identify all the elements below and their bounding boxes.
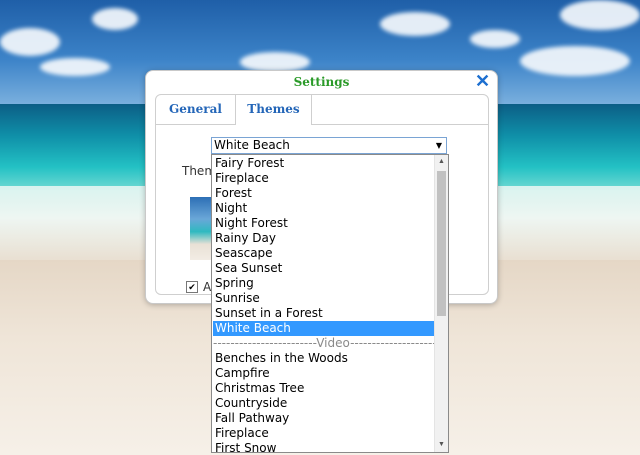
cloud: [520, 46, 630, 76]
dropdown-option[interactable]: Fairy Forest: [213, 156, 437, 171]
tab-general[interactable]: General: [156, 95, 236, 125]
close-icon[interactable]: ✕: [475, 72, 491, 90]
dropdown-option[interactable]: Sunrise: [213, 291, 437, 306]
dropdown-option[interactable]: Night Forest: [213, 216, 437, 231]
dropdown-option[interactable]: Rainy Day: [213, 231, 437, 246]
dropdown-option[interactable]: Benches in the Woods: [213, 351, 437, 366]
cloud: [240, 52, 310, 72]
dropdown-option[interactable]: White Beach: [213, 321, 437, 336]
dropdown-option[interactable]: Forest: [213, 186, 437, 201]
cloud: [380, 12, 450, 36]
dropdown-option[interactable]: Countryside: [213, 396, 437, 411]
cloud: [470, 30, 520, 48]
dropdown-option[interactable]: Sea Sunset: [213, 261, 437, 276]
chevron-down-icon: ▼: [435, 141, 442, 150]
dropdown-option[interactable]: Spring: [213, 276, 437, 291]
scrollbar-thumb[interactable]: [437, 171, 446, 316]
theme-dropdown-list[interactable]: Fairy Forest Fireplace Forest Night Night Fo…: [211, 154, 449, 453]
tab-themes[interactable]: Themes: [236, 95, 312, 125]
dropdown-group-header: ------------------------Video-----------…: [213, 336, 437, 350]
theme-select[interactable]: White Beach ▼: [211, 137, 447, 154]
dropdown-option[interactable]: Campfire: [213, 366, 437, 381]
dropdown-option[interactable]: Christmas Tree: [213, 381, 437, 396]
theme-select-value: White Beach: [214, 138, 290, 152]
dropdown-option[interactable]: Fireplace: [213, 426, 437, 441]
dropdown-option[interactable]: Night: [213, 201, 437, 216]
chevron-down-icon[interactable]: ▼: [435, 438, 448, 452]
dropdown-scrollbar[interactable]: ▲ ▼: [434, 155, 448, 452]
dropdown-option[interactable]: Fireplace: [213, 171, 437, 186]
dropdown-option[interactable]: Fall Pathway: [213, 411, 437, 426]
dropdown-option[interactable]: Sunset in a Forest: [213, 306, 437, 321]
dialog-title: Settings: [293, 75, 350, 89]
dropdown-option[interactable]: First Snow: [213, 441, 437, 452]
cloud: [560, 0, 640, 30]
chevron-up-icon[interactable]: ▲: [435, 155, 448, 169]
cloud: [40, 58, 110, 76]
tab-bar-fill: [312, 95, 488, 125]
cloud: [92, 8, 138, 30]
dropdown-option[interactable]: Seascape: [213, 246, 437, 261]
checkmark-icon[interactable]: ✔: [186, 281, 198, 293]
cloud: [0, 28, 60, 56]
